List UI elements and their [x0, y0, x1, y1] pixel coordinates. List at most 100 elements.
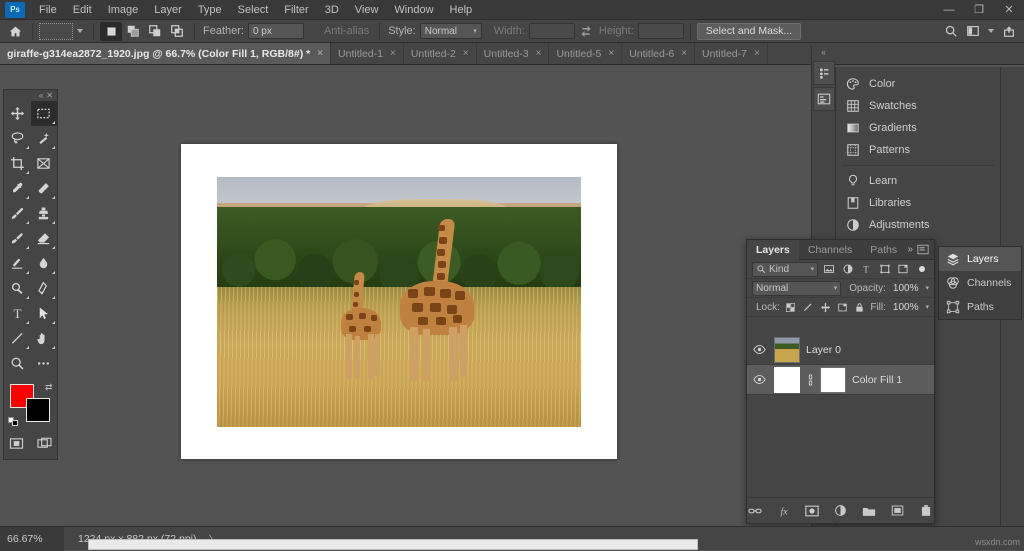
tool-more-icon[interactable] — [52, 296, 55, 299]
tool-more-icon[interactable] — [52, 271, 55, 274]
close-icon[interactable]: × — [754, 48, 760, 59]
close-icon[interactable]: ✕ — [46, 92, 53, 100]
menu-help[interactable]: Help — [442, 2, 481, 18]
menu-edit[interactable]: Edit — [65, 2, 100, 18]
panel-menu-icon[interactable] — [917, 244, 929, 255]
filter-shape-icon[interactable] — [878, 262, 893, 277]
lock-all-icon[interactable] — [853, 300, 866, 315]
link-layers-icon[interactable] — [747, 502, 763, 519]
eyedropper-tool[interactable] — [5, 176, 31, 201]
hand-tool[interactable] — [31, 326, 57, 351]
lock-transparent-pixels-icon[interactable] — [784, 300, 797, 315]
chevron-down-icon[interactable] — [77, 29, 83, 33]
collapse-icon[interactable]: « — [39, 92, 43, 100]
document-tab-untitled-1[interactable]: Untitled-1 × — [331, 43, 404, 64]
new-group-icon[interactable] — [861, 502, 877, 519]
tool-more-icon[interactable] — [26, 221, 29, 224]
layer-name[interactable]: Color Fill 1 — [852, 374, 902, 386]
menu-file[interactable]: File — [31, 2, 65, 18]
zoom-tool[interactable] — [5, 351, 31, 376]
mini-dock-channels[interactable]: Channels — [939, 271, 1021, 295]
panel-item-swatches[interactable]: Swatches — [836, 95, 1000, 117]
layer-mask-thumbnail[interactable] — [820, 367, 846, 393]
menu-view[interactable]: View — [347, 2, 387, 18]
tool-more-icon[interactable] — [52, 196, 55, 199]
width-input[interactable] — [529, 23, 575, 39]
new-selection-button[interactable] — [100, 22, 122, 41]
magic-wand-tool[interactable] — [31, 126, 57, 151]
mini-dock-layers[interactable]: Layers — [939, 247, 1021, 271]
document-tab-untitled-5[interactable]: Untitled-5 × — [549, 43, 622, 64]
quick-mask-icon[interactable] — [4, 431, 30, 456]
share-icon[interactable] — [998, 22, 1020, 41]
feather-input[interactable]: 0 px — [248, 23, 304, 39]
tool-more-icon[interactable] — [26, 246, 29, 249]
tool-more-icon[interactable] — [26, 296, 29, 299]
spot-healing-brush-tool[interactable] — [31, 176, 57, 201]
gradient-tool[interactable] — [5, 251, 31, 276]
edit-toolbar-tool[interactable] — [31, 351, 57, 376]
menu-3d[interactable]: 3D — [317, 2, 347, 18]
pen-tool[interactable] — [31, 276, 57, 301]
tool-more-icon[interactable] — [26, 146, 29, 149]
history-brush-tool[interactable] — [5, 226, 31, 251]
tool-more-icon[interactable] — [52, 146, 55, 149]
search-icon[interactable] — [940, 22, 962, 41]
tool-more-icon[interactable] — [26, 171, 29, 174]
eraser-tool[interactable] — [31, 226, 57, 251]
home-icon[interactable] — [4, 22, 26, 41]
default-colors-icon[interactable] — [8, 415, 19, 426]
layer-visibility-toggle[interactable] — [751, 344, 768, 355]
rectangular-marquee-tool[interactable] — [31, 101, 57, 126]
close-icon[interactable]: × — [681, 48, 687, 59]
horizontal-scrollbar[interactable] — [88, 539, 698, 550]
panel-item-learn[interactable]: Learn — [836, 170, 1000, 192]
tool-more-icon[interactable] — [52, 246, 55, 249]
tool-more-icon[interactable] — [26, 346, 29, 349]
add-to-selection-button[interactable] — [122, 22, 144, 41]
horizontal-type-tool[interactable]: T — [5, 301, 31, 326]
lock-image-pixels-icon[interactable] — [801, 300, 814, 315]
expand-icon[interactable]: » — [907, 244, 913, 255]
clone-stamp-tool[interactable] — [31, 201, 57, 226]
panel-item-gradients[interactable]: Gradients — [836, 117, 1000, 139]
crop-tool[interactable] — [5, 151, 31, 176]
swap-width-height-icon[interactable] — [575, 22, 597, 41]
tool-more-icon[interactable] — [26, 271, 29, 274]
antialias-checkbox-label[interactable]: Anti-alias — [324, 25, 369, 37]
lock-artboard-icon[interactable] — [836, 300, 849, 315]
close-icon[interactable]: × — [608, 48, 614, 59]
menu-filter[interactable]: Filter — [276, 2, 316, 18]
panel-item-patterns[interactable]: Patterns — [836, 139, 1000, 161]
layer-thumbnail[interactable] — [774, 337, 800, 363]
document-tab-untitled-3[interactable]: Untitled-3 × — [477, 43, 550, 64]
panel-item-libraries[interactable]: Libraries — [836, 192, 1000, 214]
history-panel-icon[interactable] — [813, 61, 835, 85]
subtract-from-selection-button[interactable] — [144, 22, 166, 41]
layer-thumbnail[interactable] — [774, 367, 800, 393]
layer-name[interactable]: Layer 0 — [806, 344, 841, 356]
new-layer-icon[interactable] — [889, 502, 905, 519]
line-tool[interactable] — [5, 326, 31, 351]
opacity-value[interactable]: 100% — [893, 283, 919, 294]
menu-window[interactable]: Window — [386, 2, 441, 18]
menu-type[interactable]: Type — [190, 2, 230, 18]
style-select[interactable]: Normal ▾ — [420, 23, 482, 39]
screen-mode-icon[interactable] — [32, 431, 58, 456]
selection-tool-preset-icon[interactable] — [39, 23, 73, 40]
panel-item-adjustments[interactable]: Adjustments — [836, 214, 1000, 236]
restore-button[interactable]: ❐ — [964, 0, 994, 20]
menu-layer[interactable]: Layer — [146, 2, 190, 18]
close-icon[interactable]: × — [317, 48, 323, 59]
new-adjustment-layer-icon[interactable] — [832, 502, 848, 519]
mini-dock-paths[interactable]: Paths — [939, 295, 1021, 319]
tool-more-icon[interactable] — [52, 346, 55, 349]
chevron-down-icon[interactable] — [988, 29, 994, 33]
collapse-icon[interactable]: « — [812, 46, 835, 59]
close-icon[interactable]: × — [463, 48, 469, 59]
close-icon[interactable]: × — [390, 48, 396, 59]
filter-toggle-icon[interactable] — [915, 262, 930, 277]
layer-row-layer-0[interactable]: Layer 0 — [747, 335, 934, 365]
layer-visibility-toggle[interactable] — [751, 374, 768, 385]
brush-tool[interactable] — [5, 201, 31, 226]
